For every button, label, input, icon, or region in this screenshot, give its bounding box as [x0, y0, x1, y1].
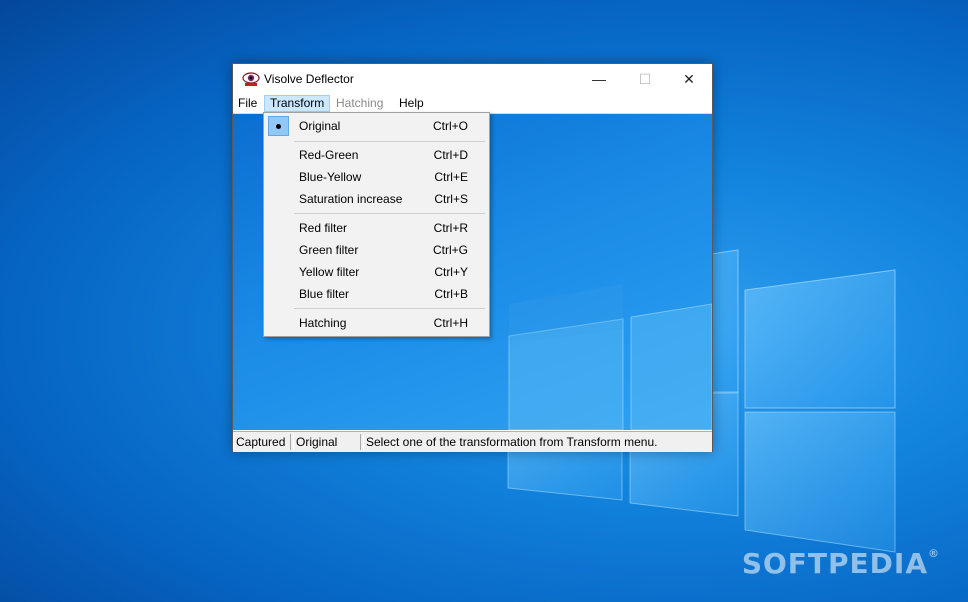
status-mode: Original [293, 434, 361, 450]
menu-transform[interactable]: Transform [264, 95, 331, 112]
menu-item-shortcut: Ctrl+S [434, 192, 468, 206]
menu-item-label: Red filter [299, 221, 348, 235]
minimize-button[interactable]: — [576, 64, 622, 94]
menu-item-shortcut: Ctrl+O [432, 119, 468, 133]
radio-check-icon [268, 116, 289, 136]
menu-item-yellow-filter[interactable]: Yellow filter Ctrl+Y [266, 261, 487, 283]
minimize-icon: — [592, 71, 606, 87]
menu-bar: File Transform Hatching Help [233, 94, 712, 114]
menu-item-label: Blue filter [299, 287, 350, 301]
status-bar: Captured Original Select one of the tran… [233, 431, 712, 452]
menu-help[interactable]: Help [394, 95, 429, 112]
menu-separator [294, 308, 485, 309]
menu-item-blue-yellow[interactable]: Blue-Yellow Ctrl+E [266, 166, 487, 188]
menu-item-shortcut: Ctrl+H [433, 316, 468, 330]
transform-dropdown-menu: Original Ctrl+O Red-Green Ctrl+D Blue-Ye… [263, 112, 490, 337]
softpedia-watermark: SOFTPEDIA® [741, 547, 940, 580]
maximize-icon: ☐ [638, 70, 652, 87]
menu-item-green-filter[interactable]: Green filter Ctrl+G [266, 239, 487, 261]
menu-item-label: Blue-Yellow [299, 170, 362, 184]
window-title: Visolve Deflector [264, 72, 354, 86]
menu-item-shortcut: Ctrl+E [434, 170, 468, 184]
menu-item-label: Saturation increase [299, 192, 403, 206]
menu-item-original[interactable]: Original Ctrl+O [266, 115, 487, 137]
eye-app-icon [242, 72, 260, 86]
menu-item-red-green[interactable]: Red-Green Ctrl+D [266, 144, 487, 166]
title-bar[interactable]: Visolve Deflector — ☐ ✕ [233, 64, 712, 94]
status-captured: Captured [233, 434, 291, 450]
close-button[interactable]: ✕ [666, 64, 712, 94]
menu-item-blue-filter[interactable]: Blue filter Ctrl+B [266, 283, 487, 305]
status-message: Select one of the transformation from Tr… [363, 434, 710, 450]
menu-item-label: Original [299, 119, 341, 133]
menu-item-shortcut: Ctrl+G [432, 243, 468, 257]
close-icon: ✕ [683, 70, 695, 87]
menu-item-label: Red-Green [299, 148, 359, 162]
menu-item-red-filter[interactable]: Red filter Ctrl+R [266, 217, 487, 239]
menu-item-hatching[interactable]: Hatching Ctrl+H [266, 312, 487, 334]
menu-item-label: Green filter [299, 243, 359, 257]
menu-file[interactable]: File [233, 95, 262, 112]
menu-item-shortcut: Ctrl+B [434, 287, 468, 301]
menu-hatching[interactable]: Hatching [331, 95, 388, 112]
menu-separator [294, 213, 485, 214]
menu-item-shortcut: Ctrl+Y [434, 265, 468, 279]
menu-item-shortcut: Ctrl+R [433, 221, 468, 235]
menu-item-label: Yellow filter [299, 265, 360, 279]
menu-item-label: Hatching [299, 316, 347, 330]
menu-item-shortcut: Ctrl+D [433, 148, 468, 162]
menu-separator [294, 141, 485, 142]
menu-item-saturation-increase[interactable]: Saturation increase Ctrl+S [266, 188, 487, 210]
maximize-button[interactable]: ☐ [622, 64, 668, 94]
